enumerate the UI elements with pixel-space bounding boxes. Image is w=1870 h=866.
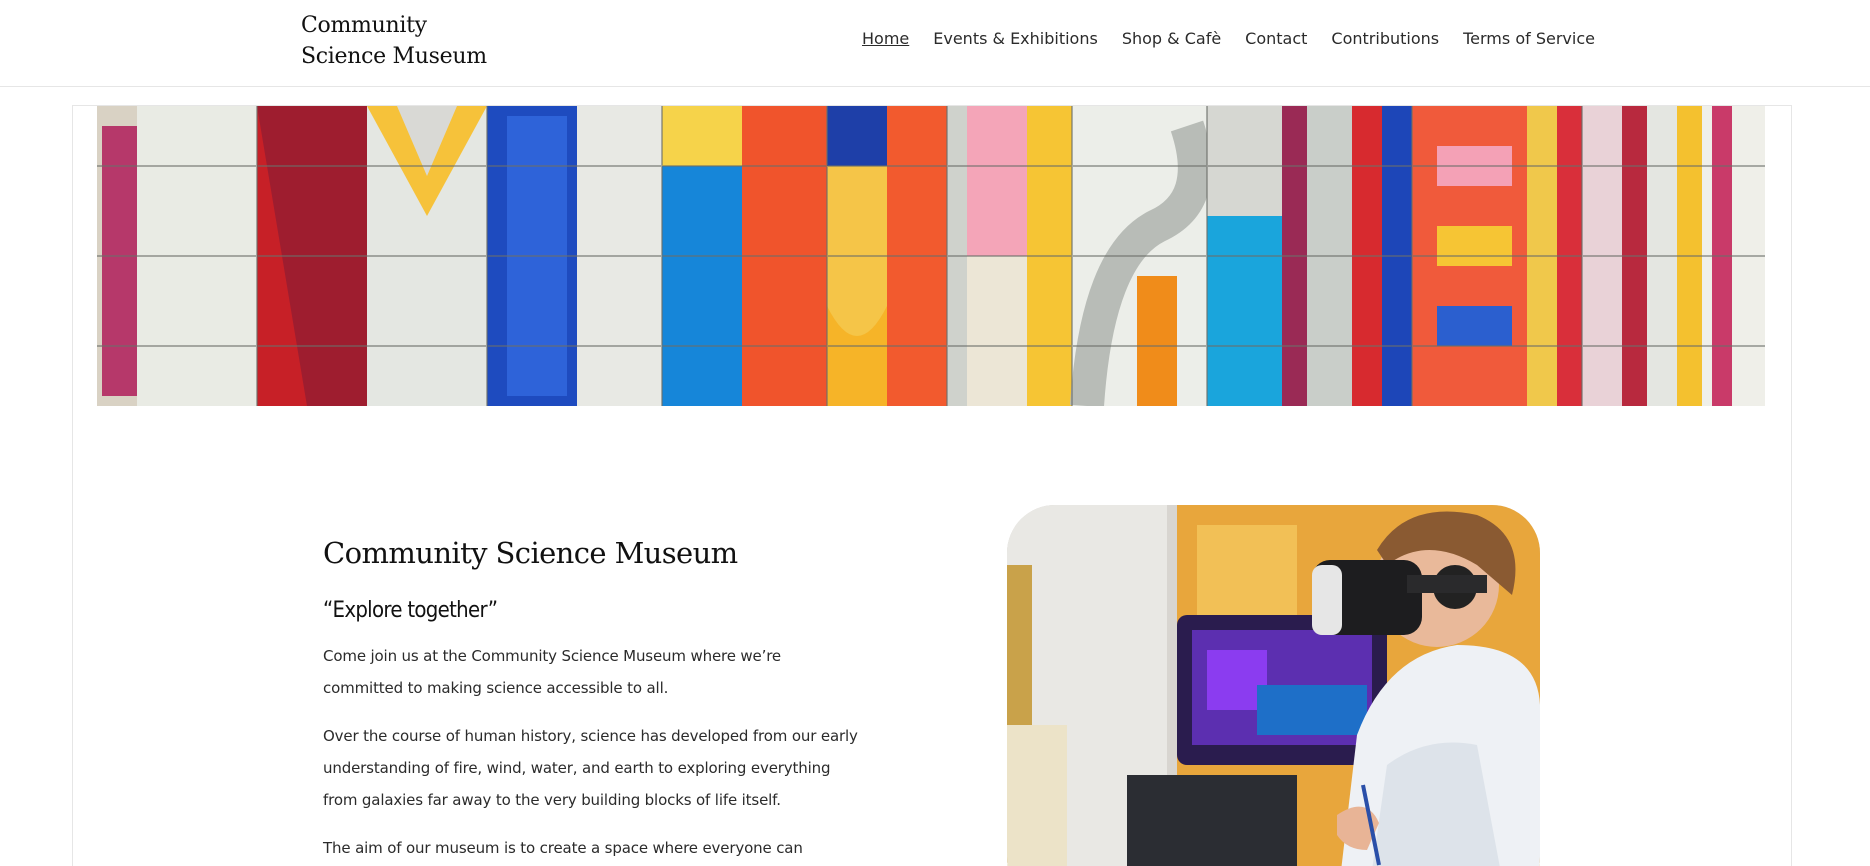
main-navigation: Home Events & Exhibitions Shop & Cafè Co…: [862, 28, 1595, 50]
page-heading: Community Science Museum: [323, 536, 738, 570]
nav-contact[interactable]: Contact: [1245, 28, 1307, 50]
nav-terms-of-service[interactable]: Terms of Service: [1463, 28, 1595, 50]
intro-section: Community Science Museum “Explore togeth…: [323, 530, 863, 864]
intro-paragraph-1: Come join us at the Community Science Mu…: [323, 647, 782, 697]
site-title-link[interactable]: Community Science Museum: [301, 10, 501, 72]
intro-paragraph-2: Over the course of human history, scienc…: [323, 727, 858, 809]
site-header: Community Science Museum Home Events & E…: [0, 0, 1870, 87]
vr-painting-illustration: [1007, 505, 1540, 866]
site-title-line-1: Community: [301, 13, 427, 38]
vr-photo: [1007, 505, 1540, 866]
nav-contributions[interactable]: Contributions: [1331, 28, 1439, 50]
museum-lettering-illustration: [97, 106, 1765, 406]
site-title-line-2: Science Museum: [301, 44, 487, 69]
banner-image: [97, 106, 1765, 406]
tagline: “Explore together”: [323, 598, 498, 623]
intro-paragraph-3: The aim of our museum is to create a spa…: [323, 839, 803, 857]
nav-events-exhibitions[interactable]: Events & Exhibitions: [933, 28, 1098, 50]
nav-shop-cafe[interactable]: Shop & Cafè: [1122, 28, 1221, 50]
nav-home[interactable]: Home: [862, 28, 909, 50]
